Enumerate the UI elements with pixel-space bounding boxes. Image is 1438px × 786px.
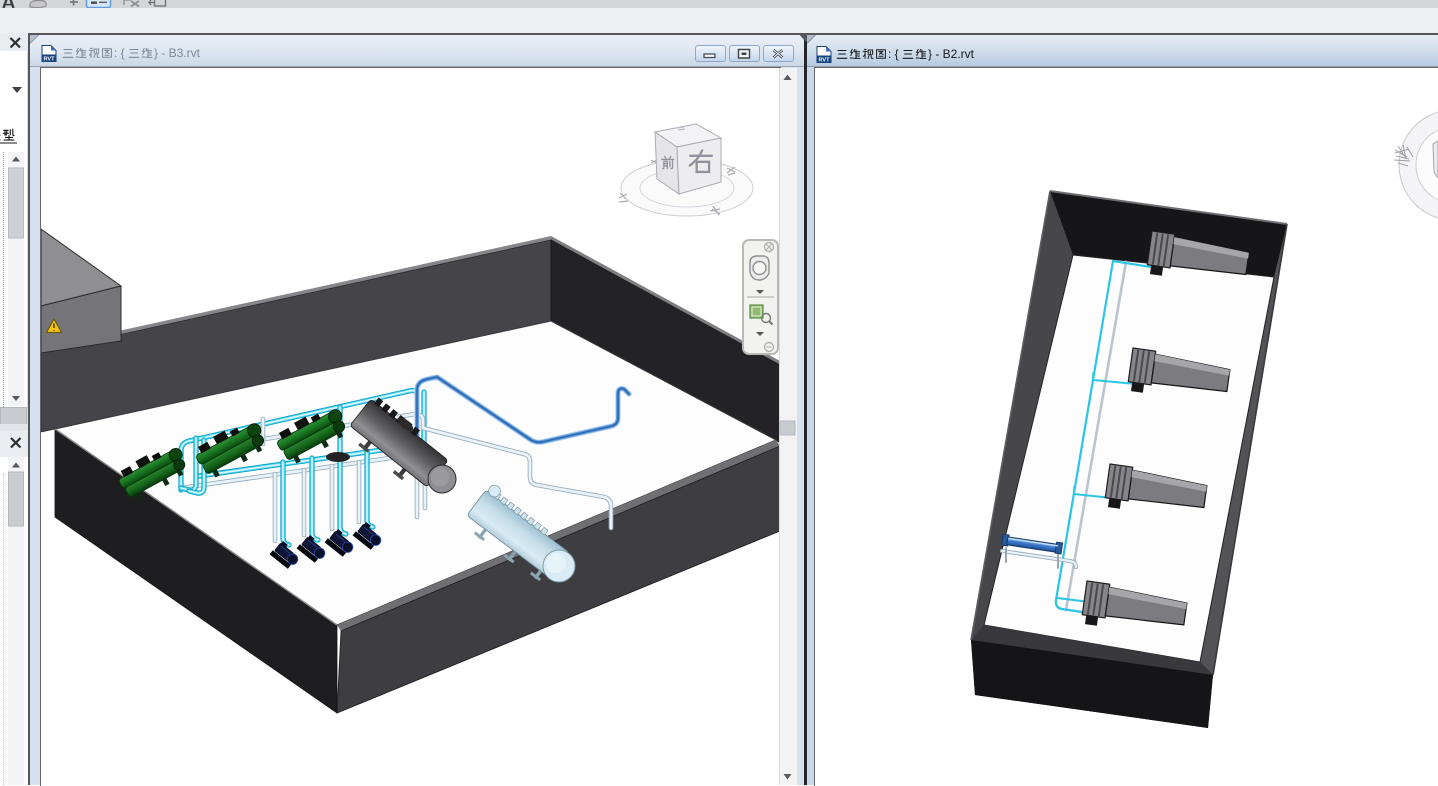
svg-text:} - B3.rvt: } - B3.rvt — [154, 46, 201, 60]
svg-text:} - B2.rvt: } - B2.rvt — [928, 47, 975, 61]
svg-text:: {: : { — [888, 47, 899, 61]
svg-text:RVT: RVT — [43, 56, 55, 62]
svg-text:: {: : { — [114, 46, 125, 60]
svg-text:RVT: RVT — [818, 57, 830, 63]
